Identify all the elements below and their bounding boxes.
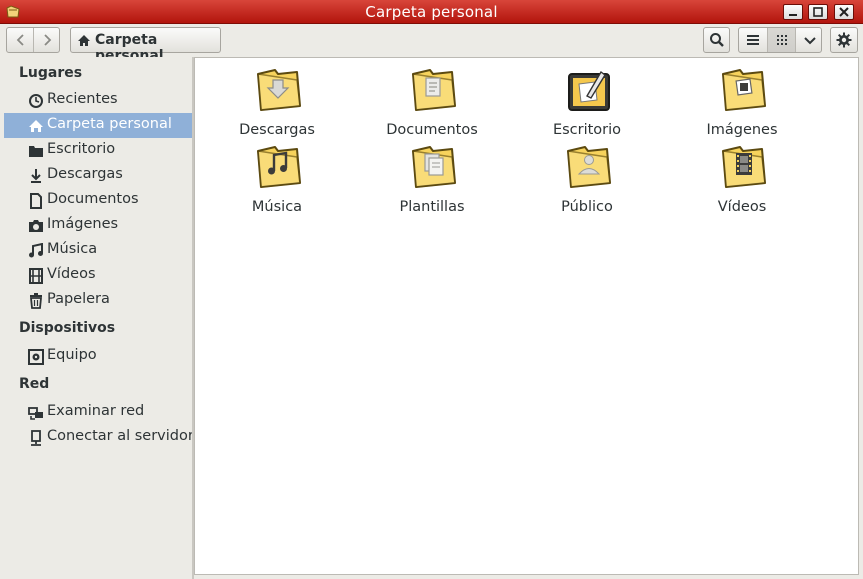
sidebar-item-home[interactable]: Carpeta personal — [4, 113, 192, 138]
download-folder-icon — [257, 69, 301, 111]
sidebar-item-label: Documentos — [47, 191, 139, 207]
list-icon — [747, 35, 759, 45]
view-mode-buttons — [738, 27, 822, 53]
file-item-documents[interactable]: Documentos — [355, 66, 509, 138]
file-icon-view[interactable]: Descargas Documentos Escritorio Imágenes — [194, 57, 859, 575]
sidebar-item-trash[interactable]: Papelera — [4, 288, 192, 313]
home-icon — [29, 120, 43, 132]
file-item-label: Música — [251, 199, 303, 215]
sidebar-item-label: Conectar al servidor — [47, 428, 194, 444]
back-icon[interactable] — [14, 33, 28, 47]
sidebar-item-music[interactable]: Música — [4, 238, 192, 263]
list-view-button[interactable] — [739, 28, 767, 52]
window-titlebar[interactable]: Carpeta personal — [0, 0, 863, 24]
folder-icon — [29, 146, 43, 157]
sidebar-item-label: Recientes — [47, 91, 118, 107]
toolbar: Carpeta personal — [0, 24, 863, 64]
minimize-icon — [789, 14, 797, 16]
sidebar-item-label: Papelera — [47, 291, 110, 307]
trash-icon — [30, 293, 42, 309]
file-item-label: Público — [561, 199, 613, 215]
file-item-downloads[interactable]: Descargas — [200, 66, 354, 138]
home-icon — [78, 35, 90, 46]
sidebar-item-label: Examinar red — [47, 403, 145, 419]
search-icon — [710, 33, 724, 47]
sidebar-item-connect-server[interactable]: Conectar al servidor — [4, 425, 194, 450]
grid-icon — [777, 35, 787, 45]
file-item-videos[interactable]: Vídeos — [665, 143, 819, 215]
window-title: Carpeta personal — [365, 3, 498, 21]
documents-folder-icon — [412, 69, 456, 111]
sidebar-item-pictures[interactable]: Imágenes — [4, 213, 192, 238]
file-item-label: Vídeos — [717, 199, 767, 215]
navigation-buttons — [6, 27, 60, 53]
sidebar-item-label: Imágenes — [47, 216, 119, 232]
sidebar-heading-places: Lugares — [19, 65, 83, 81]
sidebar-item-label: Vídeos — [47, 266, 96, 282]
chevron-down-icon — [804, 37, 816, 45]
public-folder-icon — [567, 146, 611, 188]
file-item-label: Plantillas — [399, 199, 465, 215]
maximize-icon — [813, 7, 823, 17]
sidebar-item-computer[interactable]: Equipo — [4, 344, 192, 369]
file-item-desktop[interactable]: Escritorio — [510, 66, 664, 138]
templates-folder-icon — [412, 146, 456, 188]
file-item-label: Descargas — [239, 122, 315, 138]
music-folder-icon — [257, 146, 301, 188]
sidebar-item-downloads[interactable]: Descargas — [4, 163, 192, 188]
sidebar-item-label: Equipo — [47, 347, 97, 363]
file-item-label: Imágenes — [706, 122, 778, 138]
clock-icon — [29, 94, 43, 108]
film-icon — [29, 268, 43, 284]
document-icon — [30, 193, 42, 209]
grid-view-button[interactable] — [768, 28, 796, 52]
network-icon — [28, 407, 43, 420]
file-item-public[interactable]: Público — [510, 143, 664, 215]
desktop-folder-icon — [568, 70, 610, 111]
videos-folder-icon — [722, 146, 766, 188]
sidebar: Lugares Recientes Carpeta personal Escri… — [0, 57, 194, 579]
file-item-music[interactable]: Música — [200, 143, 354, 215]
sidebar-item-label: Escritorio — [47, 141, 116, 157]
sidebar-heading-network: Red — [19, 376, 50, 392]
sidebar-item-desktop[interactable]: Escritorio — [4, 138, 192, 163]
sidebar-item-browse-network[interactable]: Examinar red — [4, 400, 192, 425]
camera-icon — [29, 220, 43, 232]
sidebar-item-documents[interactable]: Documentos — [4, 188, 192, 213]
sidebar-item-label: Descargas — [47, 166, 123, 182]
sidebar-item-label: Carpeta personal — [47, 116, 172, 132]
pictures-folder-icon — [722, 69, 766, 111]
path-bar-home-button[interactable]: Carpeta personal — [70, 27, 221, 64]
maximize-button[interactable] — [808, 4, 828, 20]
file-item-label: Documentos — [386, 122, 478, 138]
sidebar-item-videos[interactable]: Vídeos — [4, 263, 192, 288]
close-icon — [839, 7, 849, 17]
gear-icon — [836, 32, 852, 48]
settings-button[interactable] — [830, 27, 858, 53]
sidebar-item-recent[interactable]: Recientes — [4, 88, 192, 113]
server-icon — [31, 430, 41, 446]
file-item-pictures[interactable]: Imágenes — [665, 66, 819, 138]
file-item-templates[interactable]: Plantillas — [355, 143, 509, 215]
file-item-label: Escritorio — [552, 122, 622, 138]
download-icon — [31, 169, 41, 183]
minimize-button[interactable] — [783, 4, 803, 20]
sidebar-item-label: Música — [47, 241, 98, 257]
sidebar-heading-devices: Dispositivos — [19, 320, 116, 336]
music-icon — [29, 243, 43, 258]
search-button[interactable] — [703, 27, 730, 53]
forward-icon[interactable] — [40, 33, 54, 47]
close-button[interactable] — [834, 4, 854, 20]
view-options-dropdown[interactable] — [796, 28, 824, 52]
computer-icon — [28, 349, 44, 365]
